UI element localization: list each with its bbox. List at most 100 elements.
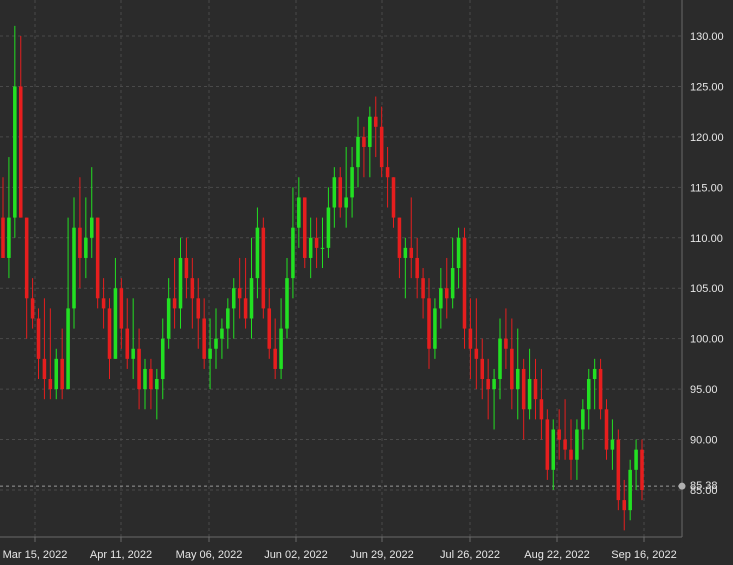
candle-body bbox=[30, 298, 35, 319]
candle-body bbox=[84, 237, 88, 258]
x-tick-label: Aug 22, 2022 bbox=[524, 549, 589, 561]
candle-body bbox=[326, 207, 331, 248]
y-tick-label: 95.00 bbox=[690, 384, 718, 396]
candlestick-chart: 130.00 125.00 120.00 115.00 110.00 105.00 100.… bbox=[0, 0, 724, 561]
candle-body bbox=[350, 167, 354, 198]
candle-body bbox=[273, 348, 277, 369]
candle-body bbox=[297, 197, 301, 228]
candle-body bbox=[480, 358, 485, 380]
candle-body bbox=[54, 358, 59, 390]
candle-body bbox=[178, 257, 183, 309]
candle-body bbox=[575, 429, 579, 460]
candle-body bbox=[131, 348, 135, 359]
candle-body bbox=[231, 288, 236, 309]
candle-body bbox=[184, 257, 189, 279]
candle-body bbox=[391, 177, 396, 218]
candle-body bbox=[344, 197, 348, 208]
candle-body bbox=[521, 368, 526, 410]
candle-body bbox=[18, 86, 23, 218]
candle-body bbox=[302, 197, 307, 258]
candle-body bbox=[78, 227, 82, 258]
grid-layer bbox=[0, 0, 682, 537]
candle-body bbox=[362, 136, 366, 147]
last-price-label: 85.38 bbox=[690, 480, 718, 492]
candle-body bbox=[202, 318, 206, 359]
candle-body bbox=[214, 338, 218, 349]
candle-body bbox=[24, 217, 29, 299]
x-tick-label: Jun 02, 2022 bbox=[264, 549, 328, 561]
candle-body bbox=[569, 449, 573, 460]
candle-body bbox=[308, 237, 313, 258]
candle-body bbox=[628, 469, 632, 511]
candle-body bbox=[368, 116, 372, 147]
candle-body bbox=[373, 116, 378, 127]
candle-body bbox=[149, 368, 153, 390]
y-tick-label: 90.00 bbox=[690, 435, 718, 447]
candle-body bbox=[415, 257, 419, 279]
x-tick-label: Sep 16, 2022 bbox=[611, 549, 676, 561]
candle-body bbox=[261, 227, 266, 309]
candle-body bbox=[172, 298, 177, 309]
candle-body bbox=[95, 217, 100, 299]
candle-body bbox=[320, 247, 325, 249]
candle-body bbox=[379, 126, 384, 168]
candle-body bbox=[622, 500, 627, 511]
candle-layer bbox=[1, 25, 644, 531]
candle-body bbox=[634, 449, 638, 470]
candle-body bbox=[616, 439, 621, 501]
candle-body bbox=[409, 247, 414, 258]
candle-body bbox=[492, 379, 496, 390]
candle-body bbox=[1, 217, 5, 258]
candle-body bbox=[592, 368, 597, 380]
candle-body bbox=[332, 177, 337, 208]
candle-body bbox=[557, 429, 561, 440]
x-tick-label: Mar 15, 2022 bbox=[3, 549, 68, 561]
candle-body bbox=[545, 419, 550, 470]
candle-body bbox=[421, 278, 425, 299]
candle-body bbox=[427, 298, 431, 349]
x-tick-label: May 06, 2022 bbox=[176, 549, 243, 561]
candle-body bbox=[143, 368, 147, 390]
candle-body bbox=[137, 348, 141, 390]
candle-body bbox=[468, 328, 473, 349]
candle-body bbox=[640, 449, 644, 490]
candle-body bbox=[66, 308, 70, 390]
candle-body bbox=[220, 328, 224, 339]
candle-body bbox=[7, 217, 11, 258]
candle-body bbox=[610, 439, 615, 450]
candle-body bbox=[403, 247, 408, 258]
candle-body bbox=[42, 358, 47, 380]
y-tick-label: 110.00 bbox=[690, 233, 723, 245]
y-tick-label: 130.00 bbox=[690, 31, 724, 43]
candle-body bbox=[48, 379, 53, 390]
label-layer: 130.00 125.00 120.00 115.00 110.00 105.00 100.… bbox=[3, 31, 724, 561]
candle-body bbox=[581, 409, 585, 430]
candle-body bbox=[474, 348, 479, 359]
candle-body bbox=[107, 308, 112, 359]
candle-body bbox=[160, 338, 165, 380]
candle-body bbox=[119, 288, 124, 329]
candle-body bbox=[36, 318, 41, 359]
x-tick-label: Apr 11, 2022 bbox=[90, 549, 152, 561]
candle-body bbox=[338, 177, 343, 208]
candle-body bbox=[356, 136, 360, 168]
candle-body bbox=[444, 288, 449, 299]
candle-body bbox=[433, 308, 437, 349]
candle-body bbox=[101, 298, 106, 309]
candle-body bbox=[598, 368, 603, 410]
candle-body bbox=[291, 227, 295, 279]
candle-body bbox=[533, 379, 538, 400]
candle-body bbox=[397, 217, 402, 258]
candle-body bbox=[237, 288, 242, 299]
candle-body bbox=[527, 379, 532, 410]
candle-body bbox=[450, 268, 455, 299]
y-tick-label: 125.00 bbox=[690, 81, 724, 93]
candle-body bbox=[72, 227, 76, 309]
candle-body bbox=[196, 298, 201, 319]
candle-body bbox=[510, 348, 514, 390]
candle-body bbox=[190, 278, 195, 299]
candle-body bbox=[89, 217, 94, 238]
candle-body bbox=[255, 227, 260, 279]
candle-body bbox=[60, 358, 64, 390]
candle-body bbox=[462, 237, 467, 329]
